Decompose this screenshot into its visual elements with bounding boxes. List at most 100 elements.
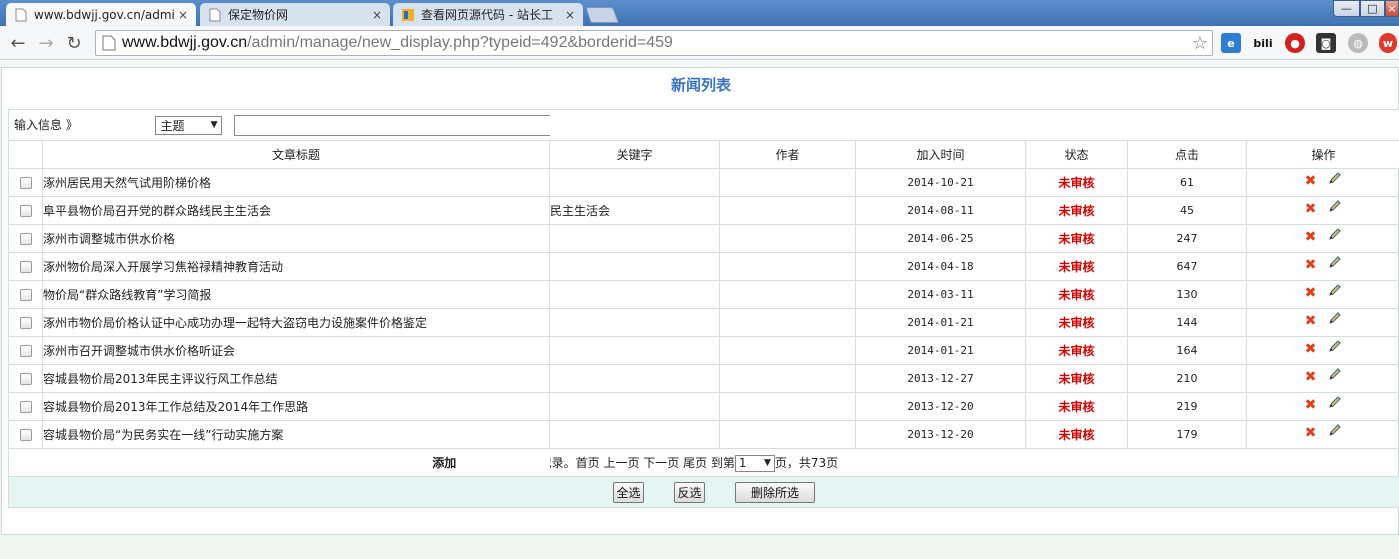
article-title[interactable]: 容城县物价局2013年民主评议行风工作总结 (41, 364, 551, 393)
forward-arrow-icon[interactable]: → (34, 31, 58, 55)
edit-pencil-icon[interactable] (1328, 367, 1342, 381)
hit-count: 130 (1127, 280, 1248, 309)
search-label: 输入信息 》 (14, 117, 78, 132)
row-checkbox[interactable] (19, 372, 32, 385)
tab-close-icon[interactable]: × (178, 8, 188, 22)
table-row: 容城县物价局2013年工作总结及2014年工作思路 2013-12-20 未审核… (8, 392, 1399, 421)
checkbox-cell (8, 392, 43, 421)
article-title[interactable]: 涿州市召开调整城市供水价格听证会 (41, 336, 551, 365)
article-title[interactable]: 物价局“群众路线教育”学习简报 (41, 280, 551, 309)
back-arrow-icon[interactable]: ← (6, 31, 30, 55)
invert-selection-button[interactable]: 反选 (674, 481, 705, 503)
delete-icon[interactable]: ✖ (1305, 425, 1317, 441)
row-checkbox[interactable] (19, 176, 32, 189)
checkbox-cell (8, 336, 43, 365)
camera-icon[interactable]: ◙ (1316, 33, 1336, 53)
page-content: 新闻列表 输入信息 》 主题 ▼ 查找 (0, 61, 1399, 559)
checkbox-cell (8, 420, 43, 449)
row-checkbox[interactable] (19, 344, 32, 357)
row-checkbox[interactable] (19, 400, 32, 413)
article-date: 2013-12-20 (855, 392, 1027, 421)
edit-pencil-icon[interactable] (1328, 395, 1342, 409)
reload-icon[interactable]: ↻ (62, 31, 86, 55)
dropdown-arrow-icon: ▼ (210, 120, 218, 130)
operations-cell: ✖ (1246, 308, 1399, 337)
address-bar[interactable]: www.bdwjj.gov.cn/admin/manage/new_displa… (95, 30, 1213, 56)
add-button[interactable]: 添加 (432, 456, 456, 470)
tab-label: 查看网页源代码 - 站长工 (421, 8, 553, 22)
delete-selected-button[interactable]: 删除所选 (735, 481, 815, 503)
new-tab-button[interactable] (585, 7, 619, 23)
maximize-button[interactable]: □ (1360, 0, 1385, 17)
close-window-button[interactable]: × (1385, 0, 1399, 17)
pager-text[interactable]: 显示第1-10条记录，共728条记录。首页 上一页 下一页 尾页 到第 (550, 456, 735, 470)
article-title[interactable]: 涿州物价局深入开展学习焦裕禄精神教育活动 (41, 252, 551, 281)
tab-close-icon[interactable]: × (565, 8, 575, 22)
edit-pencil-icon[interactable] (1328, 311, 1342, 325)
table-row: 涿州居民用天然气试用阶梯价格 2014-10-21 未审核 61 ✖ (8, 168, 1399, 197)
stop-icon[interactable]: ● (1285, 33, 1305, 53)
tab-close-icon[interactable]: × (372, 8, 382, 22)
edit-pencil-icon[interactable] (1328, 199, 1342, 213)
column-header: 操作 (1246, 140, 1399, 169)
search-input[interactable] (234, 114, 550, 136)
page-icon (15, 8, 27, 21)
row-checkbox[interactable] (19, 204, 32, 217)
search-field-selected: 主题 (160, 118, 185, 133)
article-date: 2014-04-18 (855, 252, 1027, 281)
edit-pencil-icon[interactable] (1328, 423, 1342, 437)
delete-icon[interactable]: ✖ (1305, 285, 1317, 301)
globe-icon[interactable]: ◍ (1348, 33, 1368, 53)
delete-icon[interactable]: ✖ (1305, 173, 1317, 189)
delete-icon[interactable]: ✖ (1305, 257, 1317, 273)
edit-pencil-icon[interactable] (1328, 227, 1342, 241)
checkbox-cell (8, 308, 43, 337)
article-date: 2014-06-25 (855, 224, 1027, 253)
delete-icon[interactable]: ✖ (1305, 397, 1317, 413)
page-select[interactable]: 1 ▼ (734, 454, 775, 472)
tab-price-bureau[interactable]: 保定物价网 × (200, 3, 390, 26)
delete-icon[interactable]: ✖ (1305, 201, 1317, 217)
edit-pencil-icon[interactable] (1328, 283, 1342, 297)
ie-icon[interactable]: e (1221, 33, 1241, 53)
edit-pencil-icon[interactable] (1328, 255, 1342, 269)
article-title[interactable]: 阜平县物价局召开党的群众路线民主生活会 (41, 196, 551, 225)
row-checkbox[interactable] (19, 232, 32, 245)
edit-pencil-icon[interactable] (1328, 339, 1342, 353)
article-author (719, 420, 857, 449)
article-keyword: 民主生活会 (549, 196, 721, 225)
article-author (719, 252, 857, 281)
status-badge: 未审核 (1025, 392, 1129, 421)
pager-cell: 显示第1-10条记录，共728条记录。首页 上一页 下一页 尾页 到第1▼页，共… (549, 448, 1399, 477)
article-title[interactable]: 涿州市物价局价格认证中心成功办理一起特大盗窃电力设施案件价格鉴定 (41, 308, 551, 337)
edit-pencil-icon[interactable] (1328, 171, 1342, 185)
row-checkbox[interactable] (19, 288, 32, 301)
news-panel: 新闻列表 输入信息 》 主题 ▼ 查找 (1, 67, 1399, 535)
table-row: 涿州市物价局价格认证中心成功办理一起特大盗窃电力设施案件价格鉴定 2014-01… (8, 308, 1399, 337)
row-checkbox[interactable] (19, 428, 32, 441)
tab-view-source[interactable]: 查看网页源代码 - 站长工 × (393, 3, 583, 26)
bookmark-star-icon[interactable]: ☆ (1192, 33, 1208, 54)
article-title[interactable]: 容城县物价局“为民务实在一线”行动实施方案 (41, 420, 551, 449)
weibo-icon[interactable]: w (1379, 33, 1397, 53)
article-title[interactable]: 容城县物价局2013年工作总结及2014年工作思路 (41, 392, 551, 421)
delete-icon[interactable]: ✖ (1305, 341, 1317, 357)
status-badge: 未审核 (1025, 280, 1129, 309)
minimize-button[interactable]: — (1333, 0, 1360, 17)
checkbox-cell (8, 196, 43, 225)
search-field-select[interactable]: 主题 ▼ (155, 115, 223, 135)
bilibili-icon[interactable]: bili (1253, 33, 1273, 53)
delete-icon[interactable]: ✖ (1305, 229, 1317, 245)
row-checkbox[interactable] (19, 260, 32, 273)
page-selected: 1 (738, 456, 747, 470)
dropdown-arrow-icon: ▼ (764, 458, 771, 468)
delete-icon[interactable]: ✖ (1305, 369, 1317, 385)
tab-admin[interactable]: www.bdwjj.gov.cn/admi × (6, 3, 196, 26)
select-all-button[interactable]: 全选 (613, 481, 644, 503)
delete-icon[interactable]: ✖ (1305, 313, 1317, 329)
row-checkbox[interactable] (19, 316, 32, 329)
bulk-actions-cell: 全选 反选 删除所选 (7, 476, 1399, 508)
table-row: 涿州市召开调整城市供水价格听证会 2014-01-21 未审核 164 ✖ (8, 336, 1399, 365)
article-title[interactable]: 涿州居民用天然气试用阶梯价格 (41, 168, 551, 197)
article-title[interactable]: 涿州市调整城市供水价格 (41, 224, 551, 253)
